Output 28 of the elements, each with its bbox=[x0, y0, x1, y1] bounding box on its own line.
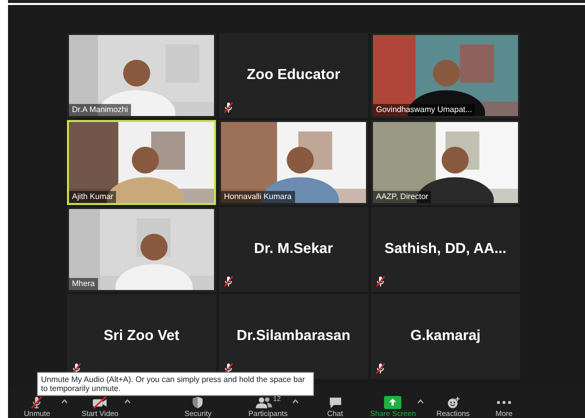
chat-icon bbox=[328, 396, 342, 409]
participant-name: Honnavalli Kumara bbox=[221, 191, 295, 203]
caret-icon[interactable] bbox=[122, 399, 133, 404]
caret-icon[interactable] bbox=[415, 399, 426, 404]
more-icon bbox=[497, 401, 511, 404]
muted-mic-icon bbox=[376, 363, 385, 374]
participant-name: Dr.Silambarasan bbox=[236, 326, 350, 346]
participant-name: Dr.A Manimozhi bbox=[69, 104, 132, 116]
smiley-icon bbox=[446, 396, 460, 409]
participant-name: Dr. M.Sekar bbox=[254, 240, 333, 259]
share-screen-icon bbox=[384, 396, 402, 409]
muted-mic-icon bbox=[376, 276, 385, 287]
tooltip: Unmute My Audio (Alt+A). Or you can simply press and hold the space bar to temporarily unmute. bbox=[37, 372, 314, 396]
participant-name: Mhera bbox=[69, 278, 98, 290]
microphone-icon bbox=[31, 396, 43, 409]
muted-mic-icon bbox=[224, 276, 233, 287]
participant-name: Sathish, DD, AA... bbox=[384, 240, 506, 259]
caret-icon[interactable] bbox=[59, 399, 70, 404]
participant-name: AAZP, Director bbox=[373, 191, 432, 203]
participants-icon bbox=[255, 396, 274, 409]
muted-mic-icon bbox=[224, 102, 233, 113]
participant-name: Ajith Kumar bbox=[69, 191, 116, 203]
participant-name: G.kamaraj bbox=[410, 326, 481, 346]
participant-name: Sri Zoo Vet bbox=[104, 326, 180, 346]
participant-name: Govindhaswamy Umapat... bbox=[373, 104, 476, 116]
caret-icon[interactable] bbox=[290, 399, 301, 404]
shield-icon bbox=[192, 396, 204, 409]
participant-name: Zoo Educator bbox=[246, 66, 340, 85]
